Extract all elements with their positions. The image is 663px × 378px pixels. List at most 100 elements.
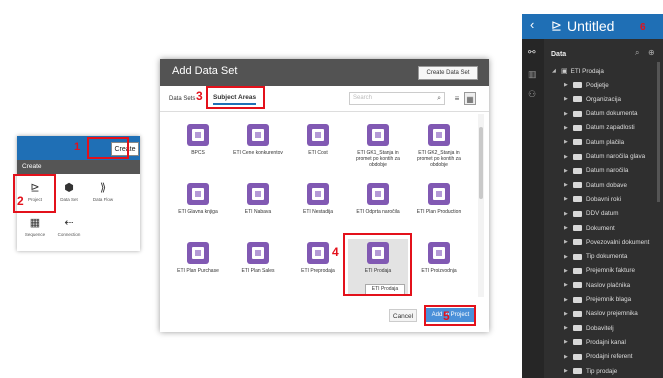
subject-area-icon xyxy=(247,124,269,146)
folder-tree-item[interactable]: ▶ Dobavitelj xyxy=(564,322,614,334)
folder-tree-item[interactable]: ▶ Prejemnik fakture xyxy=(564,265,635,277)
expand-icon[interactable]: ▶ xyxy=(564,139,573,145)
expand-icon[interactable]: ▶ xyxy=(564,368,573,374)
folder-tree-item[interactable]: ▶ Tip prodaje xyxy=(564,365,617,377)
folder-tree-item[interactable]: ▶ Datum naročila xyxy=(564,165,628,177)
expand-icon[interactable]: ▶ xyxy=(564,211,573,217)
expand-icon[interactable]: ▶ xyxy=(564,268,573,274)
expand-icon[interactable]: ▶ xyxy=(564,82,573,88)
subject-area-item[interactable]: ETI Nestadija xyxy=(290,181,346,241)
subject-area-item[interactable]: ETI GK1_Stanja in promet po kontih za ob… xyxy=(350,122,406,182)
create-data-flow-item[interactable]: ⟫ Data Flow xyxy=(88,181,118,209)
subject-area-icon xyxy=(307,183,329,205)
folder-tree-item[interactable]: ▶ Prodajni kanal xyxy=(564,336,626,348)
expand-icon[interactable]: ▶ xyxy=(564,182,573,188)
tree-root-label: ETI Prodaja xyxy=(570,67,604,75)
folder-label: Datum zapadlosti xyxy=(586,124,635,132)
data-pane-icon[interactable]: ⚯ xyxy=(528,47,536,58)
expand-icon[interactable]: ▶ xyxy=(564,311,573,317)
folder-label: Datum naročila xyxy=(586,167,629,175)
search-icon[interactable]: ⌕ xyxy=(437,93,441,104)
folder-tree-item[interactable]: ▶ Naslov prejemnika xyxy=(564,308,638,320)
expand-icon[interactable]: ◢ xyxy=(552,68,561,74)
create-item-label: Data Set xyxy=(60,197,78,202)
subject-area-icon xyxy=(247,183,269,205)
folder-label: Prejemnik fakture xyxy=(586,267,635,275)
data-flow-icon: ⟫ xyxy=(99,182,107,194)
folder-tree-item[interactable]: ▶ Datum zapadlosti xyxy=(564,122,635,134)
tab-data-sets[interactable]: Data Sets xyxy=(169,96,195,102)
subject-area-icon xyxy=(187,183,209,205)
panel-scrollbar[interactable] xyxy=(657,62,660,202)
folder-label: DDV datum xyxy=(586,210,619,218)
expand-icon[interactable]: ▶ xyxy=(564,339,573,345)
folder-tree-item[interactable]: ▶ Naslov plačnika xyxy=(564,279,630,291)
expand-icon[interactable]: ▶ xyxy=(564,282,573,288)
subject-area-icon xyxy=(307,242,329,264)
project-title[interactable]: Untitled xyxy=(567,18,614,34)
subject-area-label: ETI Cene konkurentov xyxy=(233,150,283,156)
subject-area-item[interactable]: ETI Proizvodnja xyxy=(411,240,467,300)
add-icon[interactable]: ⊕ xyxy=(648,48,655,57)
expand-icon[interactable]: ▶ xyxy=(564,111,573,117)
expand-icon[interactable]: ▶ xyxy=(564,325,573,331)
folder-icon xyxy=(573,267,582,274)
annotation-number-4: 4 xyxy=(332,245,339,259)
subject-area-icon xyxy=(187,242,209,264)
folder-tree-item[interactable]: ▶ Podjetje xyxy=(564,79,609,91)
subject-area-label: ETI Plan Production xyxy=(416,209,462,215)
expand-icon[interactable]: ▶ xyxy=(564,154,573,160)
subject-area-item[interactable]: ETI GK2_Stanja in promet po kontih za ob… xyxy=(411,122,467,182)
folder-icon xyxy=(573,296,582,303)
subject-area-item[interactable]: BPCS xyxy=(170,122,226,182)
folder-tree-item[interactable]: ▶ Datum naročila glava xyxy=(564,151,645,163)
folder-icon xyxy=(573,210,582,217)
subject-area-icon xyxy=(367,124,389,146)
search-input[interactable]: Search ⌕ xyxy=(349,92,445,105)
expand-icon[interactable]: ▶ xyxy=(564,96,573,102)
subject-area-item[interactable]: ETI Glavna knjiga xyxy=(170,181,226,241)
folder-tree-item[interactable]: ▶ Prodajni referent xyxy=(564,351,633,363)
subject-area-item[interactable]: ETI Plan Purchase xyxy=(170,240,226,300)
subject-area-item[interactable]: ETI Plan Production xyxy=(411,181,467,241)
expand-icon[interactable]: ▶ xyxy=(564,354,573,360)
expand-icon[interactable]: ▶ xyxy=(564,254,573,260)
folder-tree-item[interactable]: ▶ Dobavni roki xyxy=(564,193,621,205)
expand-icon[interactable]: ▶ xyxy=(564,125,573,131)
folder-label: Dobavni roki xyxy=(586,195,621,203)
expand-icon[interactable]: ▶ xyxy=(564,196,573,202)
dialog-scroll-thumb[interactable] xyxy=(479,127,483,199)
create-data-set-item[interactable]: ⬢ Data Set xyxy=(54,181,84,209)
visualizations-pane-icon[interactable]: ▥ xyxy=(528,69,537,80)
subject-area-item[interactable]: ETI Plan Sales xyxy=(230,240,286,300)
expand-icon[interactable]: ▶ xyxy=(564,239,573,245)
list-view-icon[interactable]: ≡ xyxy=(451,92,463,105)
create-sequence-item[interactable]: ▦ Sequence xyxy=(20,216,50,244)
expand-icon[interactable]: ▶ xyxy=(564,297,573,303)
tree-root-item[interactable]: ◢ ▣ ETI Prodaja xyxy=(552,65,604,77)
analytics-pane-icon[interactable]: ⚇ xyxy=(528,89,536,100)
folder-tree-item[interactable]: ▶ Tip dokumenta xyxy=(564,251,627,263)
search-icon[interactable]: ⌕ xyxy=(635,48,639,58)
folder-tree-item[interactable]: ▶ Datum plačila xyxy=(564,136,624,148)
folder-tree-item[interactable]: ▶ Organizacija xyxy=(564,93,621,105)
expand-icon[interactable]: ▶ xyxy=(564,225,573,231)
cancel-button[interactable]: Cancel xyxy=(389,309,417,322)
folder-tree-item[interactable]: ▶ Datum dobave xyxy=(564,179,627,191)
folder-tree-item[interactable]: ▶ Datum dokumenta xyxy=(564,108,637,120)
expand-icon[interactable]: ▶ xyxy=(564,168,573,174)
folder-tree-item[interactable]: ▶ Prejemnik blaga xyxy=(564,294,631,306)
subject-area-item[interactable]: ETI Nabava xyxy=(230,181,286,241)
create-connection-item[interactable]: ⇠ Connection xyxy=(54,216,84,244)
annotation-box-1 xyxy=(87,137,129,159)
subject-area-item[interactable]: ETI Cene konkurentov xyxy=(230,122,286,182)
folder-tree-item[interactable]: ▶ DDV datum xyxy=(564,208,619,220)
folder-tree-item[interactable]: ▶ Povezovalni dokument xyxy=(564,236,649,248)
folder-tree-item[interactable]: ▶ Dokument xyxy=(564,222,615,234)
folder-label: Datum dobave xyxy=(586,181,627,189)
subject-area-item[interactable]: ETI Cost xyxy=(290,122,346,182)
back-chevron-icon[interactable]: ‹ xyxy=(530,17,534,32)
grid-view-icon[interactable]: ▦ xyxy=(464,92,476,105)
create-data-set-button[interactable]: Create Data Set xyxy=(418,66,478,80)
subject-area-item[interactable]: ETI Odprta naročila xyxy=(350,181,406,241)
